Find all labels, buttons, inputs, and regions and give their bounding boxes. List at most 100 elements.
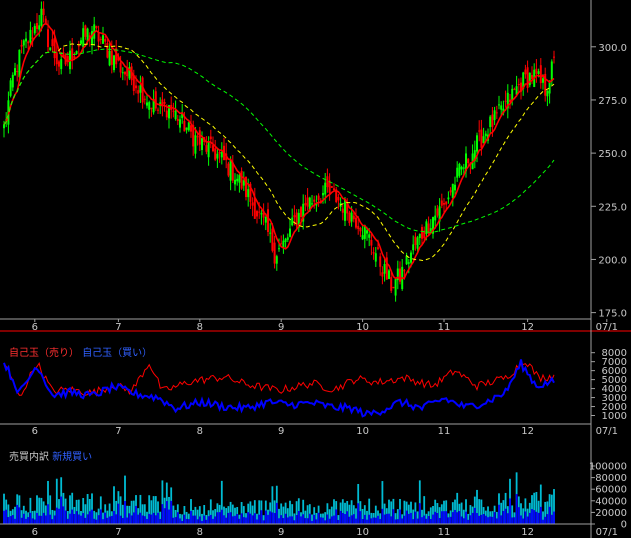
new-buy-bar [18,507,21,524]
new-buy-bar [271,512,274,524]
new-buy-bar [82,513,85,524]
x-tick-label: 11 [438,527,451,538]
candle-body [124,71,126,75]
new-buy-bar [515,494,518,524]
new-buy-bar [506,513,509,524]
new-buy-bar [159,518,162,524]
new-buy-bar [438,518,441,524]
new-buy-bar [84,517,87,524]
new-buy-bar [55,507,58,524]
new-buy-bar [374,517,377,524]
candle-body [451,183,454,199]
new-buy-bar [467,519,470,524]
new-buy-bar [548,506,551,524]
new-buy-bar [493,512,496,524]
new-buy-bar [462,518,465,524]
x-tick-label: 11 [438,426,451,437]
candle-body [410,252,412,263]
candle-body [445,201,448,205]
price-tick-label: 300.0 [598,43,627,54]
chart-canvas: 300.0 275.0 250.0 225.0 200.0 175.0 6 7 8 9 10 11 12… [0,0,631,538]
new-buy-bar [275,502,278,524]
x-tick-label: 9 [278,426,284,437]
x-tick-label: 11 [438,322,451,333]
new-buy-bar [242,517,245,524]
new-buy-bar [539,506,542,524]
new-buy-bar [421,517,423,524]
new-buy-bar [443,511,445,524]
moving-average-mid [3,43,555,262]
candle-body [407,262,410,264]
new-buy-bar [425,518,428,524]
new-buy-bar [62,506,65,524]
new-buy-bar [328,518,331,524]
candle-body [256,211,258,217]
new-buy-bar [172,517,175,524]
new-buy-bar [544,516,547,524]
new-buy-bar [476,513,478,524]
candle-body [234,179,236,185]
candle-body [18,49,21,78]
new-buy-bar [278,518,280,524]
new-buy-bar [273,512,276,524]
candle-body [207,142,210,158]
legend-new-buy-label: 新規買い [52,452,93,463]
new-buy-bar [190,510,192,524]
new-buy-bar [42,512,45,524]
new-buy-bar [429,519,432,524]
candle-body [377,247,379,249]
new-buy-bar [517,507,520,524]
candle-body [77,45,80,47]
new-buy-bar [313,514,316,524]
candle-body [183,120,186,132]
new-buy-bar [436,513,439,524]
new-buy-bar [495,518,498,524]
candle-body [350,212,353,222]
new-buy-bar [434,511,437,524]
new-buy-bar [93,518,96,524]
new-buy-bar [280,515,283,524]
candle-body [82,28,85,48]
new-buy-bar [102,519,104,524]
new-buy-bar [238,518,241,524]
x-tick-label: 07/1 [596,322,618,333]
new-buy-bar [366,519,368,524]
new-buy-bar [163,508,166,524]
volume-tick-label: 20000 [595,508,627,519]
candle-body [174,110,177,120]
new-buy-bar [236,513,239,524]
new-buy-bar [22,513,25,524]
candle-body [269,232,272,234]
candle-body [317,195,320,201]
candle-body [517,84,520,86]
x-tick-label: 12 [521,527,534,538]
candle-body [341,208,344,213]
candle-body [16,71,19,73]
candle-body [36,23,38,30]
new-buy-bar [511,517,514,524]
new-buy-bar [121,517,124,524]
x-tick-label: 8 [197,426,203,437]
new-buy-bar [346,511,349,524]
candle-body [33,25,36,34]
new-buy-bar [40,515,43,524]
price-tick-label: 250.0 [598,149,627,160]
new-buy-bar [377,515,379,524]
position-legend: 自己玉（売り） 自己玉（買い） [9,348,152,360]
new-buy-bar [154,515,157,524]
new-buy-bar [352,514,355,524]
new-buy-bar [416,518,419,524]
x-tick-label: 6 [32,322,38,333]
candle-body [51,39,54,47]
new-buy-bar [504,508,507,524]
new-buy-bar [51,519,54,524]
new-buy-bar [440,511,443,524]
candle-body [267,209,269,232]
candle-body [119,62,122,73]
new-buy-bar [128,513,131,524]
new-buy-bar [454,509,456,524]
candle-body [425,221,428,235]
new-buy-bar [152,512,155,524]
moving-average-short [3,22,555,281]
new-buy-bar [66,518,69,524]
